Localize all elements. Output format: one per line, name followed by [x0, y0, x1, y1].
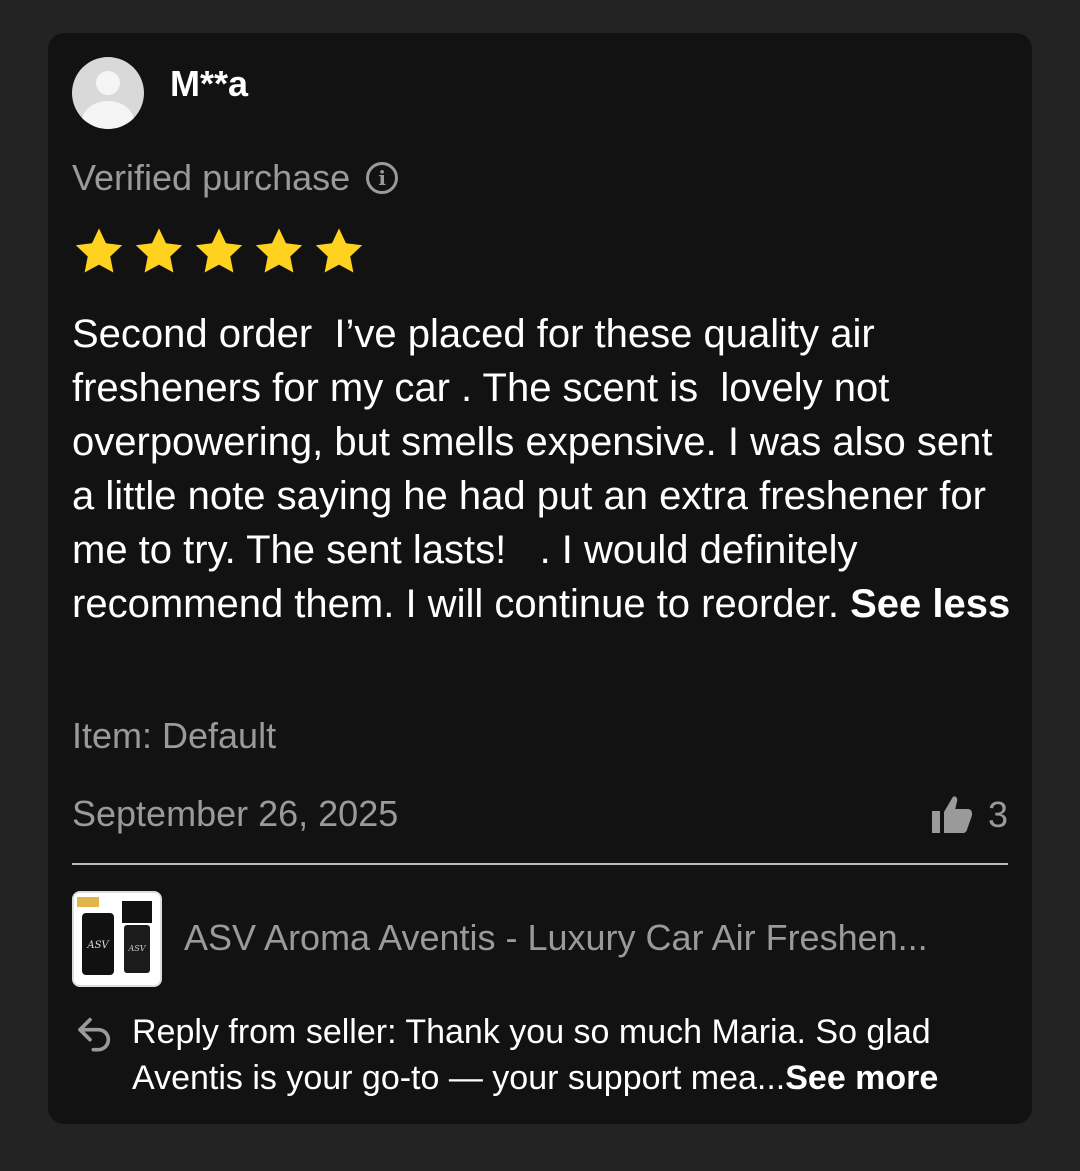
info-icon[interactable]: i: [366, 162, 399, 194]
helpful-count: 3: [987, 794, 1008, 835]
verified-label: Verified purchase: [72, 157, 351, 198]
review-date: September 26, 2025: [72, 793, 399, 834]
review-text: Second order I’ve placed for these quali…: [72, 307, 1022, 631]
item-variant: Item: Default: [72, 715, 277, 756]
review-body: Second order I’ve placed for these quali…: [72, 312, 1004, 626]
reviewer-name: M**a: [170, 63, 249, 104]
see-more-link[interactable]: See more: [785, 1059, 938, 1097]
svg-text:ASV: ASV: [86, 940, 110, 951]
reply-icon: [78, 1017, 111, 1052]
see-less-link[interactable]: See less: [850, 582, 1010, 626]
helpful-button[interactable]: 3: [928, 791, 1008, 839]
review-card: M**a Verified purchase i Second order I’…: [48, 33, 1032, 1124]
star-icon: [135, 228, 183, 273]
divider: [72, 863, 1008, 865]
product-thumbnail[interactable]: ASV ASV: [72, 891, 162, 987]
verified-purchase[interactable]: Verified purchase i: [72, 157, 399, 199]
thumbs-up-icon: [931, 796, 972, 833]
star-rating: [72, 225, 366, 279]
svg-text:ASV: ASV: [127, 944, 146, 953]
avatar: [72, 57, 144, 129]
star-icon: [195, 228, 243, 273]
star-icon: [75, 228, 123, 273]
product-title-link[interactable]: ASV Aroma Aventis - Luxury Car Air Fresh…: [184, 917, 928, 959]
star-icon: [255, 228, 303, 273]
star-icon: [315, 228, 363, 273]
seller-reply: Reply from seller: Thank you so much Mar…: [132, 1009, 1012, 1101]
